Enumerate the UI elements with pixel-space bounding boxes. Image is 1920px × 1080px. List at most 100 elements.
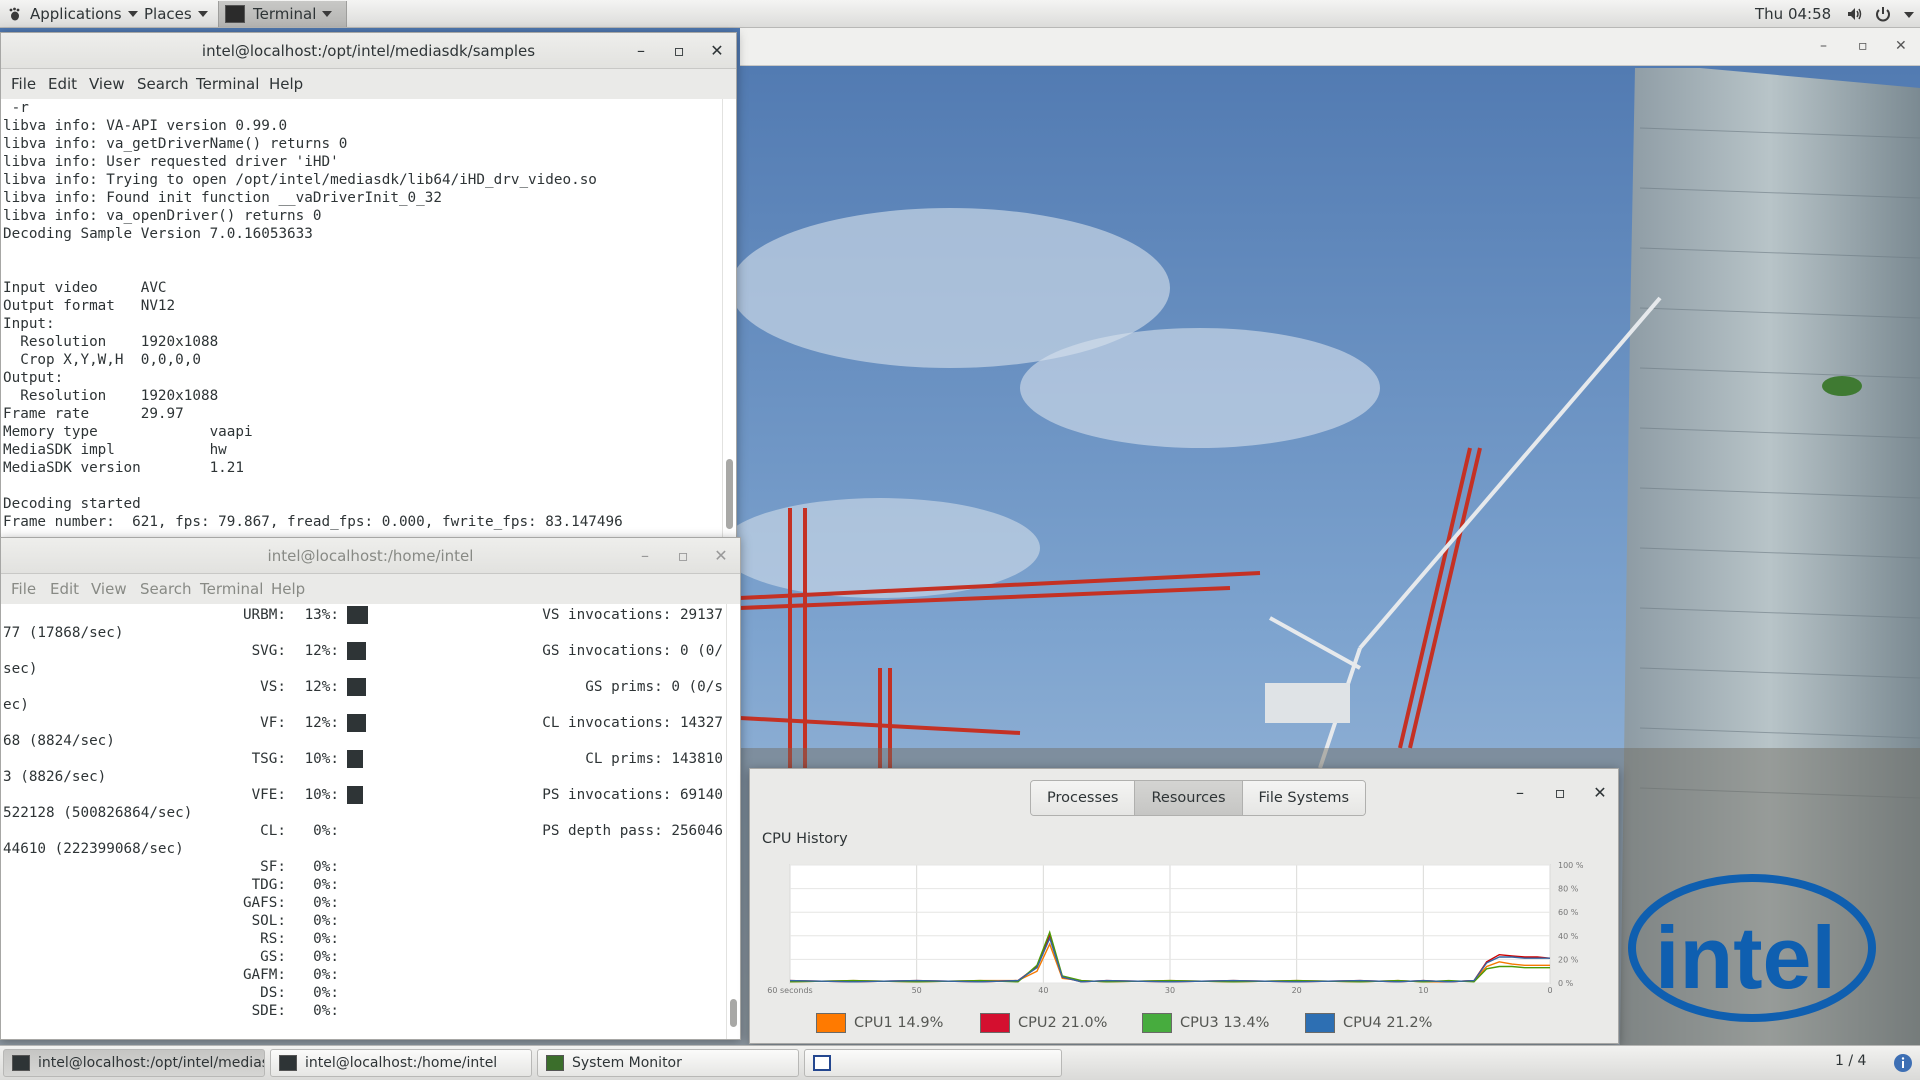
volume-icon[interactable]: [1846, 5, 1864, 23]
color-swatch[interactable]: [1305, 1013, 1335, 1033]
x-tick-label: 40: [1038, 986, 1048, 995]
gpu-top-row: VFE: 10%: PS invocations: 69140: [1, 786, 726, 804]
system-monitor-window[interactable]: Processes Resources File Systems – ▫ ✕ C…: [749, 768, 1619, 1044]
menu-terminal[interactable]: Terminal: [196, 75, 259, 93]
chevron-down-icon: [127, 11, 138, 17]
taskbar-item-system-monitor[interactable]: System Monitor: [537, 1049, 799, 1077]
minimize-button[interactable]: –: [631, 538, 659, 574]
scrollbar-thumb[interactable]: [726, 459, 733, 529]
terminal-line: Resolution 1920x1088: [3, 388, 219, 404]
maximize-button[interactable]: ▫: [1546, 775, 1574, 811]
counter-rate: ec): [3, 697, 29, 713]
color-swatch[interactable]: [816, 1013, 846, 1033]
legend-label: CPU3 13.4%: [1180, 1015, 1270, 1031]
gpu-top-row: SVG: 12%: GS invocations: 0 (0/: [1, 642, 726, 660]
top-panel: Applications Places Terminal Thu 04:58: [0, 0, 1920, 28]
counter-value: GS prims: 0 (0/s: [585, 679, 723, 695]
gpu-top-row: sec): [1, 660, 726, 678]
engine-percent: 0%:: [313, 949, 339, 965]
terminal-app-menu[interactable]: Terminal: [218, 1, 348, 27]
menu-search[interactable]: Search: [140, 580, 192, 598]
gpu-top-row: DS: 0%:: [1, 984, 726, 1002]
x-tick-label: 60 seconds: [767, 986, 812, 995]
tab-processes[interactable]: Processes: [1031, 781, 1136, 815]
counter-rate: 77 (17868/sec): [3, 625, 124, 641]
menu-edit[interactable]: Edit: [48, 75, 77, 93]
close-button[interactable]: ✕: [703, 33, 731, 69]
terminal-app-label: Terminal: [253, 5, 317, 23]
gpu-top-row: SF: 0%:: [1, 858, 726, 876]
engine-percent: 0%:: [313, 967, 339, 983]
terminal-line: Decoding Sample Version 7.0.16053633: [3, 226, 313, 242]
engine-percent: 0%:: [313, 1003, 339, 1019]
engine-name: VF:: [260, 715, 286, 731]
menu-search[interactable]: Search: [137, 75, 189, 93]
minimize-button[interactable]: –: [627, 33, 655, 69]
scrollbar[interactable]: [722, 99, 736, 537]
engine-name: TDG:: [251, 877, 286, 893]
terminal-menubar: File Edit View Search Terminal Help: [1, 574, 740, 604]
menu-view[interactable]: View: [89, 75, 125, 93]
tab-resources[interactable]: Resources: [1135, 781, 1243, 815]
terminal-line: Decoding started: [3, 496, 141, 512]
titlebar[interactable]: intel@localhost:/opt/intel/mediasdk/samp…: [1, 33, 736, 69]
minimize-button[interactable]: –: [1506, 775, 1534, 811]
close-icon[interactable]: ✕: [1895, 38, 1907, 54]
scrollbar-thumb[interactable]: [730, 999, 737, 1027]
maximize-icon[interactable]: ▫: [1858, 38, 1868, 54]
engine-usage-bar: [347, 786, 363, 804]
menu-file[interactable]: File: [11, 75, 36, 93]
close-button[interactable]: ✕: [1586, 775, 1614, 811]
menu-terminal[interactable]: Terminal: [200, 580, 263, 598]
engine-percent: 12%:: [304, 715, 339, 731]
system-menu-chevron-icon[interactable]: [1904, 12, 1914, 18]
titlebar[interactable]: intel@localhost:/home/intel – ▫ ✕: [1, 538, 740, 574]
terminal-window-samples[interactable]: intel@localhost:/opt/intel/mediasdk/samp…: [0, 32, 737, 538]
maximize-button[interactable]: ▫: [669, 538, 697, 574]
applications-menu[interactable]: Applications: [8, 4, 138, 24]
engine-name: GAFS:: [242, 895, 286, 911]
minimize-icon[interactable]: –: [1820, 38, 1827, 54]
window-list-taskbar: intel@localhost:/opt/intel/medias... int…: [0, 1045, 1920, 1080]
menu-help[interactable]: Help: [269, 75, 303, 93]
chevron-down-icon: [197, 11, 208, 17]
color-swatch[interactable]: [980, 1013, 1010, 1033]
terminal-output[interactable]: -r libva info: VA-API version 0.99.0 libva…: [1, 99, 722, 537]
gpu-top-output[interactable]: URBM: 13%: VS invocations: 29137 77 (17868/…: [1, 604, 726, 1039]
notification-icon[interactable]: [1893, 1053, 1913, 1073]
terminal-window-home[interactable]: intel@localhost:/home/intel – ▫ ✕ File E…: [0, 537, 741, 1040]
engine-name: GS:: [260, 949, 286, 965]
workspace-indicator[interactable]: 1 / 4: [1835, 1053, 1866, 1069]
y-tick-label: 0 %: [1558, 979, 1574, 988]
engine-percent: 12%:: [304, 643, 339, 659]
menu-help[interactable]: Help: [271, 580, 305, 598]
menu-file[interactable]: File: [11, 580, 36, 598]
scrollbar[interactable]: [726, 604, 740, 1039]
taskbar-item-empty[interactable]: [804, 1049, 1062, 1077]
engine-name: CL:: [260, 823, 286, 839]
taskbar-item-terminal-samples[interactable]: intel@localhost:/opt/intel/medias...: [3, 1049, 265, 1077]
places-menu[interactable]: Places: [144, 4, 208, 24]
terminal-line: libva info: va_openDriver() returns 0: [3, 208, 322, 224]
tab-file-systems[interactable]: File Systems: [1242, 781, 1366, 815]
engine-name: TSG:: [251, 751, 286, 767]
menu-view[interactable]: View: [91, 580, 127, 598]
terminal-line: libva info: Trying to open /opt/intel/me…: [3, 172, 597, 188]
power-icon[interactable]: [1874, 5, 1892, 23]
engine-percent: 10%:: [304, 787, 339, 803]
gpu-top-row: VF: 12%: CL invocations: 14327: [1, 714, 726, 732]
engine-percent: 0%:: [313, 895, 339, 911]
engine-usage-bar: [347, 750, 363, 768]
clock[interactable]: Thu 04:58: [1755, 4, 1831, 24]
window-icon: [813, 1055, 831, 1071]
gpu-top-row: 77 (17868/sec): [1, 624, 726, 642]
maximize-button[interactable]: ▫: [665, 33, 693, 69]
x-tick-label: 50: [912, 986, 922, 995]
taskbar-item-terminal-home[interactable]: intel@localhost:/home/intel: [270, 1049, 532, 1077]
close-button[interactable]: ✕: [707, 538, 735, 574]
color-swatch[interactable]: [1142, 1013, 1172, 1033]
counter-value: PS depth pass: 256046: [542, 823, 723, 839]
menu-edit[interactable]: Edit: [50, 580, 79, 598]
